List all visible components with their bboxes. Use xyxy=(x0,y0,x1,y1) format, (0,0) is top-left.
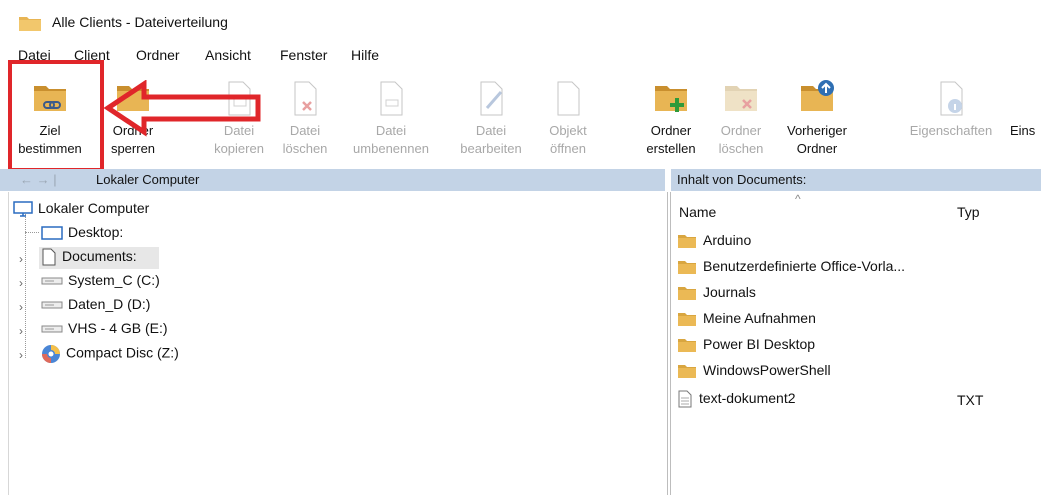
tree-connector xyxy=(25,214,26,358)
tree-item-documents[interactable]: Documents: xyxy=(41,248,137,266)
text-file-icon xyxy=(678,390,692,408)
menu-ansicht[interactable]: Ansicht xyxy=(205,47,251,63)
open-object-label: Objekt öffnen xyxy=(549,123,587,156)
drive-icon xyxy=(41,277,63,285)
file-edit-icon xyxy=(480,81,503,116)
tree-item-system-c[interactable]: System_C (C:) xyxy=(41,272,160,288)
tree-item-desktop[interactable]: Desktop: xyxy=(41,224,124,241)
folder-up-icon xyxy=(801,80,834,111)
pane-header-bar: ← → | Lokaler Computer Inhalt von Docume… xyxy=(0,169,1041,191)
chevron-right-icon[interactable]: › xyxy=(19,300,23,314)
tree-label: Lokaler Computer xyxy=(38,200,150,216)
folder-delete-icon xyxy=(725,86,757,111)
tree-item-daten-d[interactable]: Daten_D (D:) xyxy=(41,296,150,312)
computer-icon xyxy=(13,201,33,217)
column-header-type[interactable]: Typ xyxy=(957,204,980,220)
folder-icon xyxy=(678,339,696,353)
properties-icon xyxy=(940,81,963,116)
file-delete-icon xyxy=(294,81,317,116)
list-item[interactable]: WindowsPowerShell xyxy=(677,362,831,379)
folder-icon xyxy=(19,17,41,31)
arrow-annotation xyxy=(103,80,261,137)
menu-hilfe[interactable]: Hilfe xyxy=(351,47,379,63)
edit-file-label: Datei bearbeiten xyxy=(460,123,522,156)
tree-label: Daten_D (D:) xyxy=(68,296,151,312)
previous-folder-button[interactable]: Vorheriger Ordner xyxy=(776,70,858,166)
list-item[interactable]: Journals xyxy=(677,284,756,301)
delete-folder-button[interactable]: Ordner löschen xyxy=(710,70,772,166)
rename-file-label: Datei umbenennen xyxy=(353,123,429,156)
tree-label: Compact Disc (Z:) xyxy=(66,344,179,361)
drive-icon xyxy=(41,325,63,333)
tree-label: Desktop: xyxy=(68,224,124,240)
folder-icon xyxy=(678,235,696,249)
menu-bar: Datei Client Ordner Ansicht Fenster Hilf… xyxy=(0,44,1041,66)
list-item[interactable]: Meine Aufnahmen xyxy=(677,310,816,327)
document-icon xyxy=(42,248,56,266)
left-pane-title: Lokaler Computer xyxy=(96,172,200,187)
edit-file-button[interactable]: Datei bearbeiten xyxy=(452,70,530,166)
desktop-icon xyxy=(41,226,63,241)
sort-up-icon: ^ xyxy=(795,192,801,206)
folder-add-icon xyxy=(655,86,687,112)
tree-label: System_C (C:) xyxy=(68,272,160,288)
file-open-icon xyxy=(557,81,580,116)
list-item[interactable]: text-dokument2 xyxy=(677,390,796,408)
column-header-name[interactable]: Name xyxy=(679,204,716,220)
properties-button[interactable]: Eigenschaften xyxy=(898,70,1004,166)
delete-file-button[interactable]: Datei löschen xyxy=(280,70,330,166)
chevron-right-icon[interactable]: › xyxy=(19,276,23,290)
folder-icon xyxy=(678,365,696,379)
tree-item-compact-disc[interactable]: Compact Disc (Z:) xyxy=(41,344,179,364)
menu-ordner[interactable]: Ordner xyxy=(136,47,180,63)
delete-folder-label: Ordner löschen xyxy=(718,123,764,156)
cd-drive-icon xyxy=(42,345,60,363)
tree-item-vhs-e[interactable]: VHS - 4 GB (E:) xyxy=(41,320,168,336)
folder-tree: Lokaler Computer Desktop: › Documents: ›… xyxy=(8,192,668,495)
pane-splitter[interactable] xyxy=(665,169,671,191)
file-type: TXT xyxy=(957,392,984,408)
file-list: ^ Name Typ Arduino Benutzerdefinierte Of… xyxy=(670,192,1041,495)
list-item[interactable]: Power BI Desktop xyxy=(677,336,815,353)
open-object-button[interactable]: Objekt öffnen xyxy=(536,70,600,166)
chevron-right-icon[interactable]: › xyxy=(19,252,23,266)
list-item[interactable]: Arduino xyxy=(677,232,751,249)
chevron-right-icon[interactable]: › xyxy=(19,348,23,362)
folder-icon xyxy=(678,287,696,301)
previous-folder-label: Vorheriger Ordner xyxy=(787,123,847,156)
folder-icon xyxy=(678,261,696,275)
rename-file-button[interactable]: Datei umbenennen xyxy=(348,70,434,166)
right-pane-title: Inhalt von Documents: xyxy=(677,172,807,187)
create-folder-button[interactable]: Ordner erstellen xyxy=(638,70,704,166)
list-item[interactable]: Benutzerdefinierte Office-Vorla... xyxy=(677,258,905,275)
settings-label: Eins xyxy=(1010,123,1036,138)
highlight-box xyxy=(8,60,104,172)
drive-icon xyxy=(41,301,63,309)
tree-label: Documents: xyxy=(62,248,137,264)
file-rename-icon xyxy=(380,81,403,116)
tree-item-local-computer[interactable]: Lokaler Computer xyxy=(13,200,149,218)
tree-connector xyxy=(25,232,39,233)
delete-file-label: Datei löschen xyxy=(282,123,328,156)
create-folder-label: Ordner erstellen xyxy=(646,123,696,156)
tree-label: VHS - 4 GB (E:) xyxy=(68,320,168,336)
menu-fenster[interactable]: Fenster xyxy=(280,47,327,63)
chevron-right-icon[interactable]: › xyxy=(19,324,23,338)
nav-arrows-icon[interactable]: ← → | xyxy=(20,172,57,187)
settings-button[interactable]: Eins xyxy=(1010,70,1041,166)
title-bar: Alle Clients - Dateiverteilung xyxy=(0,0,1041,42)
window-title: Alle Clients - Dateiverteilung xyxy=(52,14,228,30)
properties-label: Eigenschaften xyxy=(909,123,993,138)
folder-icon xyxy=(678,313,696,327)
